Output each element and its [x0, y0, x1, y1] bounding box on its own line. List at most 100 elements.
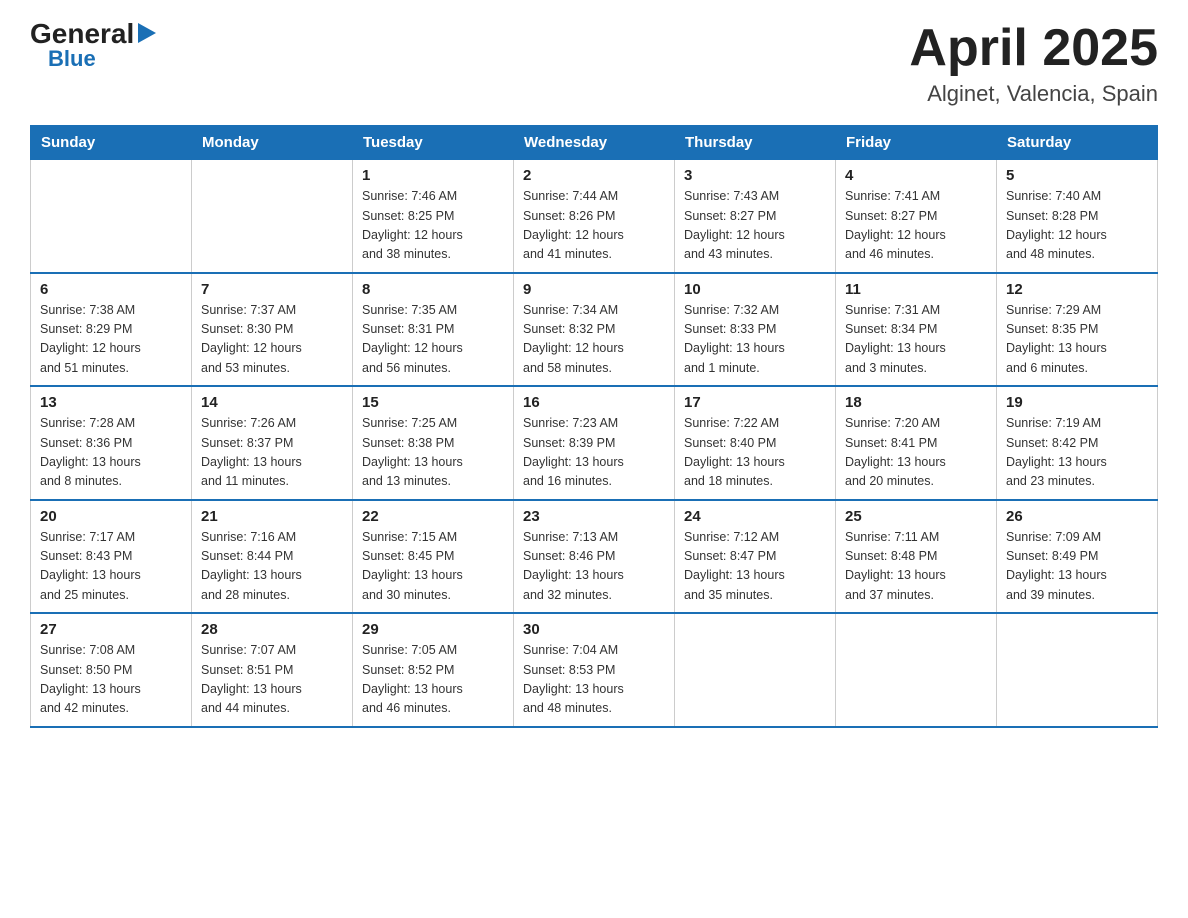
page-location: Alginet, Valencia, Spain	[909, 81, 1158, 107]
calendar-cell: 23 Sunrise: 7:13 AMSunset: 8:46 PMDayligh…	[514, 500, 675, 614]
day-info: Sunrise: 7:38 AMSunset: 8:29 PMDaylight:…	[40, 301, 182, 379]
calendar-cell: 6Sunrise: 7:38 AMSunset: 8:29 PMDaylight…	[31, 273, 192, 387]
day-info: Sunrise: 7:13 AMSunset: 8:46 PMDaylight:…	[523, 528, 665, 606]
day-number: 3	[684, 167, 826, 184]
day-number: 11	[845, 281, 987, 298]
calendar-cell: 15Sunrise: 7:25 AMSunset: 8:38 PMDayligh…	[353, 386, 514, 500]
day-number: 24	[684, 508, 826, 525]
day-number: 2	[523, 167, 665, 184]
day-number: 21	[201, 508, 343, 525]
day-info: Sunrise: 7:19 AMSunset: 8:42 PMDaylight:…	[1006, 414, 1148, 492]
calendar-cell: 11Sunrise: 7:31 AMSunset: 8:34 PMDayligh…	[836, 273, 997, 387]
weekday-header-sunday: Sunday	[31, 126, 192, 160]
day-info: Sunrise: 7:12 AMSunset: 8:47 PMDaylight:…	[684, 528, 826, 606]
calendar-cell	[192, 160, 353, 273]
calendar-cell: 10 Sunrise: 7:32 AMSunset: 8:33 PMDayligh…	[675, 273, 836, 387]
calendar-week-row: 20 Sunrise: 7:17 AMSunset: 8:43 PMDayligh…	[31, 500, 1158, 614]
day-number: 29	[362, 621, 504, 638]
weekday-header-tuesday: Tuesday	[353, 126, 514, 160]
day-number: 26	[1006, 508, 1148, 525]
calendar-cell: 20 Sunrise: 7:17 AMSunset: 8:43 PMDayligh…	[31, 500, 192, 614]
day-number: 10	[684, 281, 826, 298]
calendar-cell: 5 Sunrise: 7:40 AMSunset: 8:28 PMDaylight…	[997, 160, 1158, 273]
day-info: Sunrise: 7:37 AMSunset: 8:30 PMDaylight:…	[201, 301, 343, 379]
calendar-cell: 3 Sunrise: 7:43 AMSunset: 8:27 PMDaylight…	[675, 160, 836, 273]
calendar-week-row: 27 Sunrise: 7:08 AMSunset: 8:50 PMDayligh…	[31, 613, 1158, 727]
calendar-cell: 14 Sunrise: 7:26 AMSunset: 8:37 PMDayligh…	[192, 386, 353, 500]
calendar-table: SundayMondayTuesdayWednesdayThursdayFrid…	[30, 125, 1158, 728]
day-number: 9	[523, 281, 665, 298]
day-number: 16	[523, 394, 665, 411]
day-number: 18	[845, 394, 987, 411]
day-info: Sunrise: 7:09 AMSunset: 8:49 PMDaylight:…	[1006, 528, 1148, 606]
day-number: 7	[201, 281, 343, 298]
day-number: 27	[40, 621, 182, 638]
calendar-cell: 2 Sunrise: 7:44 AMSunset: 8:26 PMDaylight…	[514, 160, 675, 273]
day-number: 8	[362, 281, 504, 298]
day-info: Sunrise: 7:29 AMSunset: 8:35 PMDaylight:…	[1006, 301, 1148, 379]
weekday-header-saturday: Saturday	[997, 126, 1158, 160]
weekday-header-monday: Monday	[192, 126, 353, 160]
day-number: 19	[1006, 394, 1148, 411]
calendar-week-row: 13 Sunrise: 7:28 AMSunset: 8:36 PMDayligh…	[31, 386, 1158, 500]
day-info: Sunrise: 7:46 AMSunset: 8:25 PMDaylight:…	[362, 187, 504, 265]
calendar-cell: 17Sunrise: 7:22 AMSunset: 8:40 PMDayligh…	[675, 386, 836, 500]
day-info: Sunrise: 7:40 AMSunset: 8:28 PMDaylight:…	[1006, 187, 1148, 265]
day-number: 5	[1006, 167, 1148, 184]
day-number: 14	[201, 394, 343, 411]
day-info: Sunrise: 7:05 AMSunset: 8:52 PMDaylight:…	[362, 641, 504, 719]
calendar-cell: 4Sunrise: 7:41 AMSunset: 8:27 PMDaylight…	[836, 160, 997, 273]
day-info: Sunrise: 7:26 AMSunset: 8:37 PMDaylight:…	[201, 414, 343, 492]
calendar-cell: 13 Sunrise: 7:28 AMSunset: 8:36 PMDayligh…	[31, 386, 192, 500]
page-title: April 2025	[909, 20, 1158, 77]
calendar-week-row: 6Sunrise: 7:38 AMSunset: 8:29 PMDaylight…	[31, 273, 1158, 387]
calendar-cell: 9 Sunrise: 7:34 AMSunset: 8:32 PMDaylight…	[514, 273, 675, 387]
day-info: Sunrise: 7:32 AMSunset: 8:33 PMDaylight:…	[684, 301, 826, 379]
calendar-cell: 8 Sunrise: 7:35 AMSunset: 8:31 PMDaylight…	[353, 273, 514, 387]
calendar-cell	[31, 160, 192, 273]
day-number: 17	[684, 394, 826, 411]
weekday-header-wednesday: Wednesday	[514, 126, 675, 160]
day-number: 30	[523, 621, 665, 638]
calendar-week-row: 1Sunrise: 7:46 AMSunset: 8:25 PMDaylight…	[31, 160, 1158, 273]
calendar-cell: 22 Sunrise: 7:15 AMSunset: 8:45 PMDayligh…	[353, 500, 514, 614]
day-number: 23	[523, 508, 665, 525]
day-number: 20	[40, 508, 182, 525]
day-info: Sunrise: 7:23 AMSunset: 8:39 PMDaylight:…	[523, 414, 665, 492]
day-number: 22	[362, 508, 504, 525]
calendar-cell: 1Sunrise: 7:46 AMSunset: 8:25 PMDaylight…	[353, 160, 514, 273]
calendar-cell: 12 Sunrise: 7:29 AMSunset: 8:35 PMDayligh…	[997, 273, 1158, 387]
logo: General Blue	[30, 20, 156, 70]
day-info: Sunrise: 7:15 AMSunset: 8:45 PMDaylight:…	[362, 528, 504, 606]
title-block: April 2025 Alginet, Valencia, Spain	[909, 20, 1158, 107]
calendar-cell: 24 Sunrise: 7:12 AMSunset: 8:47 PMDayligh…	[675, 500, 836, 614]
day-number: 25	[845, 508, 987, 525]
day-info: Sunrise: 7:35 AMSunset: 8:31 PMDaylight:…	[362, 301, 504, 379]
day-info: Sunrise: 7:08 AMSunset: 8:50 PMDaylight:…	[40, 641, 182, 719]
day-info: Sunrise: 7:34 AMSunset: 8:32 PMDaylight:…	[523, 301, 665, 379]
logo-general-text: General	[30, 20, 134, 48]
day-info: Sunrise: 7:41 AMSunset: 8:27 PMDaylight:…	[845, 187, 987, 265]
calendar-cell: 30 Sunrise: 7:04 AMSunset: 8:53 PMDayligh…	[514, 613, 675, 727]
day-info: Sunrise: 7:25 AMSunset: 8:38 PMDaylight:…	[362, 414, 504, 492]
day-info: Sunrise: 7:44 AMSunset: 8:26 PMDaylight:…	[523, 187, 665, 265]
calendar-cell: 16 Sunrise: 7:23 AMSunset: 8:39 PMDayligh…	[514, 386, 675, 500]
day-info: Sunrise: 7:28 AMSunset: 8:36 PMDaylight:…	[40, 414, 182, 492]
calendar-cell	[836, 613, 997, 727]
day-info: Sunrise: 7:43 AMSunset: 8:27 PMDaylight:…	[684, 187, 826, 265]
day-info: Sunrise: 7:04 AMSunset: 8:53 PMDaylight:…	[523, 641, 665, 719]
calendar-cell: 7 Sunrise: 7:37 AMSunset: 8:30 PMDaylight…	[192, 273, 353, 387]
day-number: 13	[40, 394, 182, 411]
day-info: Sunrise: 7:11 AMSunset: 8:48 PMDaylight:…	[845, 528, 987, 606]
calendar-cell: 18 Sunrise: 7:20 AMSunset: 8:41 PMDayligh…	[836, 386, 997, 500]
day-info: Sunrise: 7:17 AMSunset: 8:43 PMDaylight:…	[40, 528, 182, 606]
calendar-cell	[675, 613, 836, 727]
calendar-cell: 26 Sunrise: 7:09 AMSunset: 8:49 PMDayligh…	[997, 500, 1158, 614]
day-number: 28	[201, 621, 343, 638]
day-number: 12	[1006, 281, 1148, 298]
day-info: Sunrise: 7:20 AMSunset: 8:41 PMDaylight:…	[845, 414, 987, 492]
calendar-cell: 21Sunrise: 7:16 AMSunset: 8:44 PMDayligh…	[192, 500, 353, 614]
calendar-cell: 28Sunrise: 7:07 AMSunset: 8:51 PMDayligh…	[192, 613, 353, 727]
calendar-cell	[997, 613, 1158, 727]
weekday-header-friday: Friday	[836, 126, 997, 160]
